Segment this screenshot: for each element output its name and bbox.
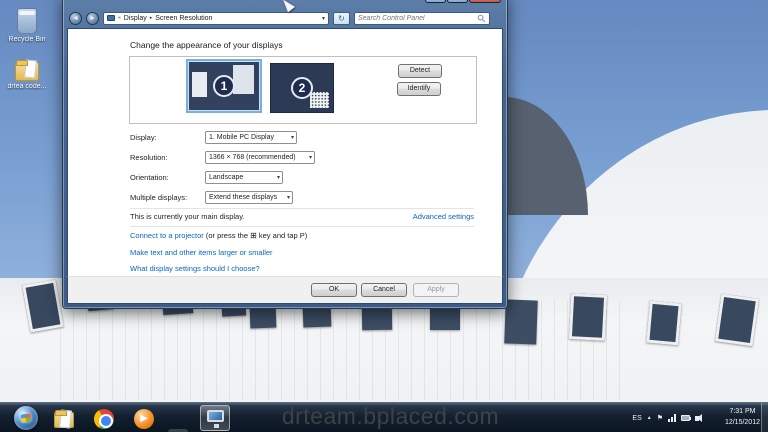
close-button[interactable] [469,0,501,3]
speaker-icon[interactable] [695,416,699,421]
search-box[interactable] [354,12,490,25]
recycle-bin-icon [17,8,37,34]
monitor-1-thumbnail [192,72,207,97]
projector-hint-text: (or press the [206,231,248,240]
desktop-icon-recycle-bin[interactable]: Recycle Bin [4,8,50,43]
page-title: Change the appearance of your displays [130,40,283,50]
advanced-settings-link[interactable]: Advanced settings [413,212,474,221]
desktop-icon-label: Recycle Bin [4,36,50,43]
display-settings-icon [207,410,224,422]
monitor-1-thumbnail [233,65,254,94]
chevron-down-icon[interactable]: ▾ [322,15,325,22]
refresh-button[interactable]: ↻ [333,12,350,25]
battery-icon[interactable] [681,415,690,421]
display-icon [107,15,115,21]
multiple-displays-dropdown[interactable]: Extend these displays ▾ [205,191,293,204]
chevron-right-icon[interactable]: ▸ [150,15,153,21]
taskbar-explorer-button[interactable] [54,409,74,429]
text-size-link[interactable]: Make text and other items larger or smal… [130,248,273,257]
display-label: Display: [130,133,205,142]
multiple-displays-label: Multiple displays: [130,193,205,202]
wallpaper-window [504,299,538,344]
display-dropdown-value: 1. Mobile PC Display [209,134,274,141]
monitor-2-number: 2 [291,77,313,99]
wallpaper-dark-roof [504,97,588,215]
monitor-1-preview[interactable]: 1 [186,59,262,113]
projector-hint-text-end: key and tap P) [259,231,307,240]
action-center-flag-icon[interactable]: ⚑ [657,414,663,422]
show-desktop-button[interactable] [761,403,768,432]
main-display-note: This is currently your main display. [130,212,244,221]
chevron-down-icon: ▾ [305,154,312,161]
resolution-dropdown-value: 1366 × 768 (recommended) [209,154,296,161]
detect-button[interactable]: Detect [398,64,442,78]
cancel-button[interactable]: Cancel [361,283,407,297]
ok-button[interactable]: OK [311,283,357,297]
window-content: Change the appearance of your displays 1… [67,28,503,276]
system-tray: ES ▲ ⚑ [632,403,702,432]
display-preview-panel: 1 2 Detect Identify [129,56,477,124]
search-icon [477,14,486,23]
clock-date: 12/15/2012 [725,417,760,428]
multiple-displays-dropdown-value: Extend these displays [209,194,277,201]
dialog-footer: OK Cancel Apply [67,276,503,304]
wallpaper-window [646,301,682,346]
monitor-1-number: 1 [213,75,235,97]
taskbar-screen-resolution-button[interactable] [200,405,230,431]
folder-icon [15,62,39,81]
breadcrumb-item-display[interactable]: Display [124,15,147,22]
resolution-label: Resolution: [130,153,205,162]
breadcrumb[interactable]: « Display ▸ Screen Resolution ▾ [103,12,329,25]
identify-button[interactable]: Identify [397,82,441,96]
taskbar-chrome-button[interactable] [94,409,114,429]
wallpaper-window [569,293,607,341]
connect-projector-link[interactable]: Connect to a projector [130,231,204,240]
breadcrumb-item-current: Screen Resolution [155,15,212,22]
orientation-dropdown-value: Landscape [209,174,243,181]
orientation-dropdown[interactable]: Landscape ▾ [205,171,283,184]
chevron-down-icon: ▾ [283,194,290,201]
clock-time: 7:31 PM [725,406,760,417]
start-button[interactable] [14,406,38,430]
apply-button[interactable]: Apply [413,283,459,297]
divider [130,208,474,209]
monitor-2-preview[interactable]: 2 [270,63,334,113]
orientation-label: Orientation: [130,173,205,182]
desktop-icon-folder[interactable]: drtea code... [4,62,50,90]
minimize-button[interactable] [425,0,446,3]
hidden-icons-chevron[interactable]: ▲ [647,415,652,421]
search-input[interactable] [358,15,473,22]
windows-logo-icon [21,414,32,423]
language-indicator[interactable]: ES [632,415,641,422]
chevron-down-icon: ▾ [287,134,294,141]
crumb-overflow-chevron[interactable]: « [118,15,121,21]
screen-resolution-window: ◄ ► « Display ▸ Screen Resolution ▾ ↻ Ch… [62,0,508,309]
taskbar-clock[interactable]: 7:31 PM 12/15/2012 [725,406,760,428]
navigation-bar: ◄ ► « Display ▸ Screen Resolution ▾ ↻ [67,11,503,28]
watermark-text: drteam.bplaced.com [282,403,499,430]
back-button[interactable]: ◄ [69,12,82,25]
taskbar-media-player-button[interactable]: ▶ [134,409,154,429]
chevron-down-icon: ▾ [273,174,280,181]
resolution-dropdown[interactable]: 1366 × 768 (recommended) ▾ [205,151,315,164]
display-dropdown[interactable]: 1. Mobile PC Display ▾ [205,131,297,144]
explorer-icon [54,412,74,428]
desktop-icon-label: drtea code... [4,83,50,90]
forward-button[interactable]: ► [86,12,99,25]
display-help-link[interactable]: What display settings should I choose? [130,264,260,273]
network-icon[interactable] [668,414,676,422]
monitor-2-thumbnail [310,92,329,108]
wallpaper-window [715,294,759,347]
windows-key-icon: ⊞ [250,231,257,240]
divider [130,226,474,227]
desktop: Recycle Bin drtea code... ◄ ► « Display … [0,0,768,432]
maximize-button[interactable] [447,0,468,3]
